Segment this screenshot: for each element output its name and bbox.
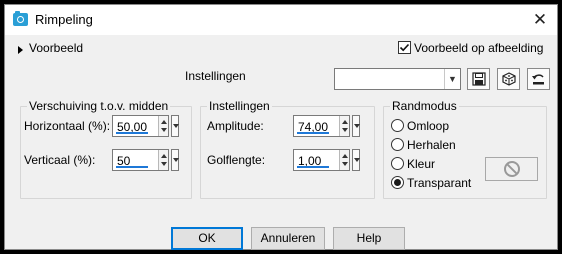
horizontal-slider-bar[interactable] xyxy=(116,132,148,134)
radio-transparant-label[interactable]: Transparant xyxy=(407,176,471,190)
radio-transparant[interactable] xyxy=(391,176,404,189)
wavelength-input[interactable]: 1,00 xyxy=(293,149,350,171)
close-button[interactable]: ✕ xyxy=(531,11,549,29)
save-preset-button[interactable] xyxy=(467,68,490,90)
settings-group-legend: Instellingen xyxy=(207,99,272,113)
cancel-button[interactable]: Annuleren xyxy=(251,227,325,250)
amplitude-spinner[interactable] xyxy=(339,116,349,136)
presets-dropdown[interactable]: ▼ xyxy=(334,68,461,90)
horizontal-label: Horizontaal (%): xyxy=(24,119,111,133)
floppy-disk-icon xyxy=(471,72,486,86)
amplitude-dropdown[interactable] xyxy=(352,115,360,137)
vertical-label: Verticaal (%): xyxy=(24,153,96,167)
radio-herhalen[interactable] xyxy=(391,138,404,151)
radio-omloop-label[interactable]: Omloop xyxy=(407,119,449,133)
horizontal-input[interactable]: 50,00 xyxy=(112,115,169,137)
vertical-slider-bar[interactable] xyxy=(116,166,148,168)
offset-group-legend: Verschuiving t.o.v. midden xyxy=(27,99,171,113)
checkmark-icon xyxy=(399,43,410,52)
preview-on-image-checkbox[interactable] xyxy=(398,41,411,54)
radio-herhalen-label[interactable]: Herhalen xyxy=(407,138,456,152)
amplitude-slider-bar[interactable] xyxy=(297,132,329,134)
vertical-dropdown[interactable] xyxy=(171,149,179,171)
radio-kleur-label[interactable]: Kleur xyxy=(407,157,435,171)
edge-color-swatch[interactable] xyxy=(485,157,538,181)
horizontal-spinner[interactable] xyxy=(158,116,168,136)
vertical-spinner[interactable] xyxy=(158,150,168,170)
radio-omloop[interactable] xyxy=(391,119,404,132)
wavelength-spinner[interactable] xyxy=(339,150,349,170)
window-title: Rimpeling xyxy=(35,12,93,27)
presets-label: Instellingen xyxy=(185,69,246,83)
dialog-window: Rimpeling ✕ Voorbeeld Voorbeeld op afbee… xyxy=(4,4,558,250)
camera-icon xyxy=(13,11,28,26)
amplitude-label: Amplitude: xyxy=(207,119,264,133)
wavelength-slider-bar[interactable] xyxy=(297,166,329,168)
title-bar[interactable]: Rimpeling ✕ xyxy=(5,5,557,35)
preview-toggle-label[interactable]: Voorbeeld xyxy=(29,41,83,55)
randomize-button[interactable] xyxy=(497,68,520,90)
chevron-down-icon[interactable]: ▼ xyxy=(444,69,460,89)
help-button[interactable]: Help xyxy=(333,227,405,250)
radio-kleur[interactable] xyxy=(391,157,404,170)
vertical-input[interactable]: 50 xyxy=(112,149,169,171)
wavelength-dropdown[interactable] xyxy=(352,149,360,171)
expand-triangle-icon[interactable] xyxy=(18,46,23,54)
edge-mode-group-legend: Randmodus xyxy=(390,99,459,113)
reset-button[interactable] xyxy=(527,68,550,90)
reset-arrow-icon xyxy=(532,74,544,85)
dice-icon xyxy=(501,72,516,86)
preview-on-image-label[interactable]: Voorbeeld op afbeelding xyxy=(414,41,543,55)
ok-button[interactable]: OK xyxy=(171,227,243,250)
no-color-icon xyxy=(504,161,520,177)
wavelength-label: Golflengte: xyxy=(207,153,266,167)
amplitude-input[interactable]: 74,00 xyxy=(293,115,350,137)
horizontal-dropdown[interactable] xyxy=(171,115,179,137)
